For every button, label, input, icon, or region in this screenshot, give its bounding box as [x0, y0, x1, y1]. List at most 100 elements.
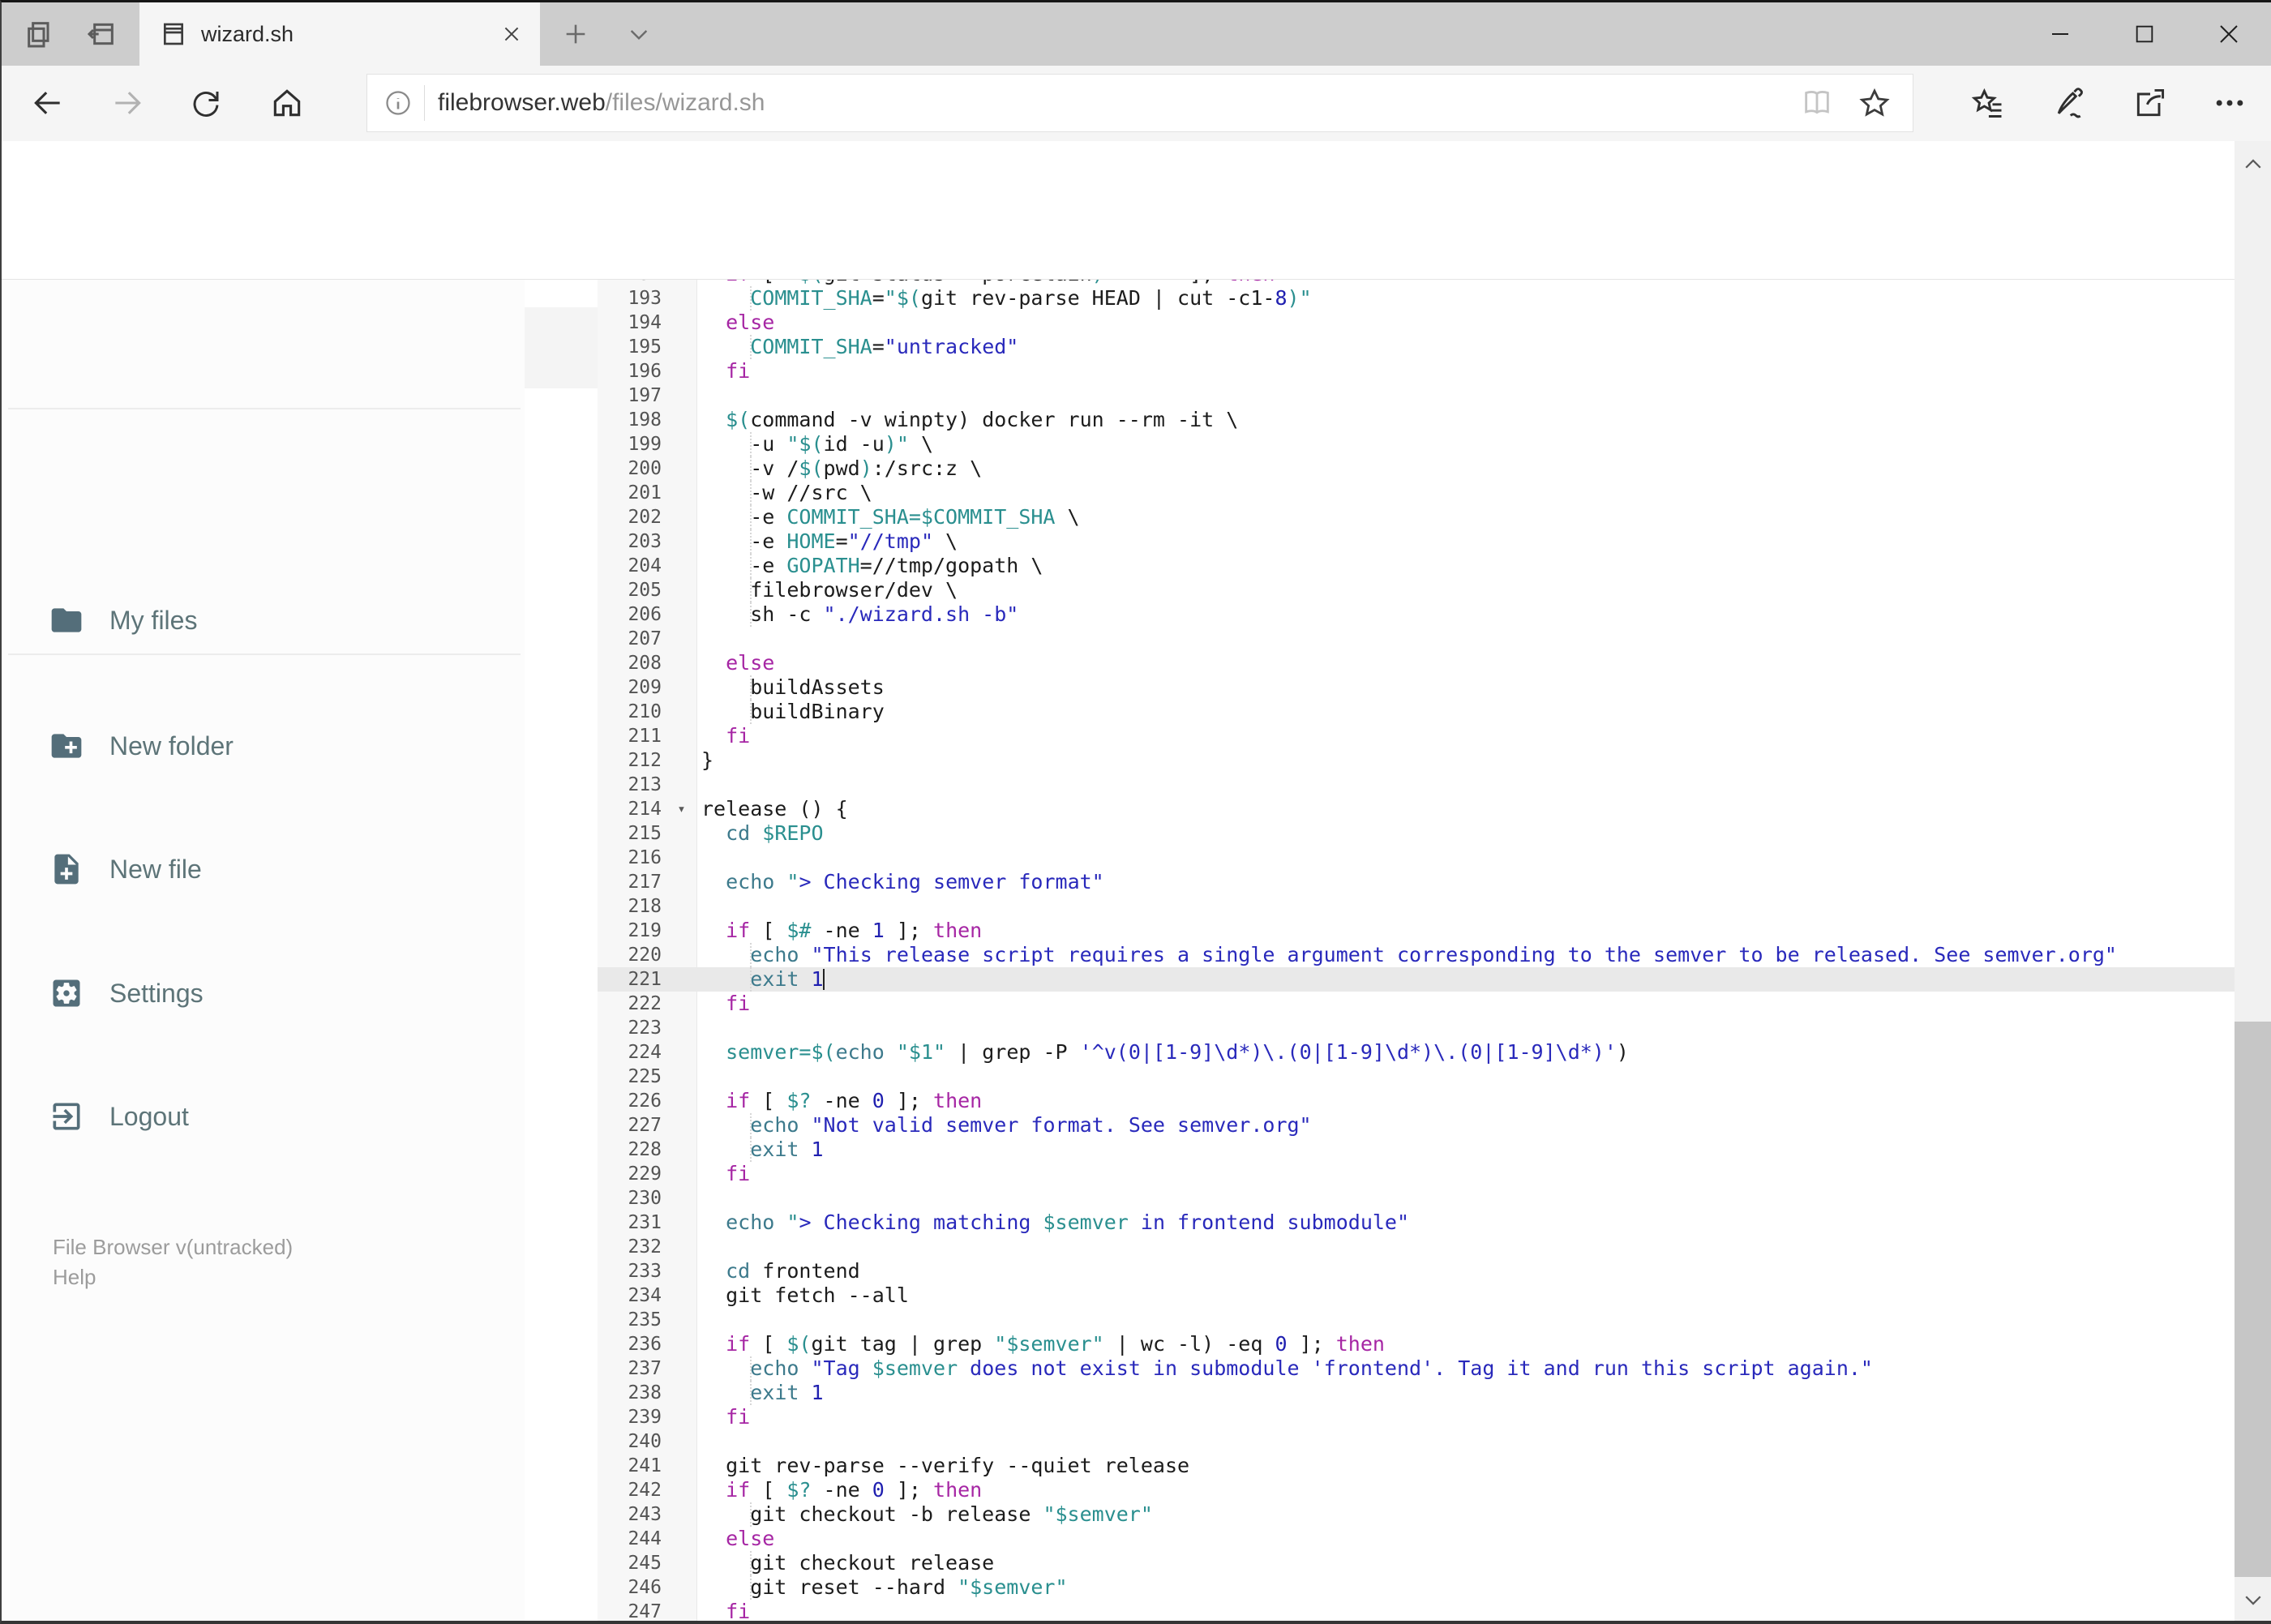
code-line-209[interactable]: 209 buildAssets — [598, 675, 2235, 700]
code-line-196[interactable]: 196 fi — [598, 359, 2235, 384]
code-line-231[interactable]: 231 echo "> Checking matching $semver in… — [598, 1211, 2235, 1235]
set-tabs-aside-icon[interactable] — [15, 2, 65, 66]
code-line-236[interactable]: 236 if [ $(git tag | grep "$semver" | wc… — [598, 1332, 2235, 1356]
new-tab-icon[interactable] — [553, 2, 598, 66]
code-line-198[interactable]: 198 $(command -v winpty) docker run --rm… — [598, 408, 2235, 432]
code-line-247[interactable]: 247 fi — [598, 1600, 2235, 1621]
tab-dropdown-icon[interactable] — [616, 2, 662, 66]
code-line-234[interactable]: 234 git fetch --all — [598, 1283, 2235, 1308]
page-scrollbar[interactable] — [2235, 141, 2271, 1621]
code-line-199[interactable]: 199 -u "$(id -u)" \ — [598, 432, 2235, 456]
minimize-button[interactable] — [2018, 2, 2102, 66]
more-options-icon[interactable] — [2199, 66, 2260, 140]
code-line-213[interactable]: 213 — [598, 773, 2235, 797]
code-line-216[interactable]: 216 — [598, 846, 2235, 870]
browser-tab[interactable]: wizard.sh — [139, 2, 540, 66]
scroll-down-icon[interactable] — [2241, 1588, 2265, 1612]
fold-gutter — [662, 724, 701, 748]
code-line-237[interactable]: 237 echo "Tag $semver does not exist in … — [598, 1356, 2235, 1381]
fold-gutter — [662, 1259, 701, 1283]
code-line-193[interactable]: 193 COMMIT_SHA="$(git rev-parse HEAD | c… — [598, 286, 2235, 311]
address-bar[interactable]: filebrowser.web/files/wizard.sh — [366, 74, 1913, 132]
home-icon[interactable] — [259, 66, 315, 140]
code-line-246[interactable]: 246 git reset --hard "$semver" — [598, 1575, 2235, 1600]
fold-marker-icon[interactable]: ▾ — [662, 797, 701, 821]
site-info-icon[interactable] — [383, 88, 413, 118]
code-line-226[interactable]: 226 if [ $? -ne 0 ]; then — [598, 1089, 2235, 1113]
code-line-222[interactable]: 222 fi — [598, 992, 2235, 1016]
code-line-195[interactable]: 195 COMMIT_SHA="untracked" — [598, 335, 2235, 359]
tabs-preview-icon[interactable] — [76, 2, 126, 66]
code-line-207[interactable]: 207 — [598, 627, 2235, 651]
favorite-star-icon[interactable] — [1858, 86, 1892, 120]
code-line-227[interactable]: 227 echo "Not valid semver format. See s… — [598, 1113, 2235, 1138]
code-line-242[interactable]: 242 if [ $? -ne 0 ]; then — [598, 1478, 2235, 1502]
code-text: release () { — [701, 797, 848, 821]
sidebar-item-logout[interactable]: Logout — [2, 1072, 525, 1161]
code-line-210[interactable]: 210 buildBinary — [598, 700, 2235, 724]
close-tab-icon[interactable] — [501, 24, 522, 45]
close-button[interactable] — [2187, 2, 2271, 66]
maximize-button[interactable] — [2102, 2, 2187, 66]
code-line-197[interactable]: 197 — [598, 384, 2235, 408]
favorites-hub-icon[interactable] — [1957, 66, 2019, 140]
code-line-235[interactable]: 235 — [598, 1308, 2235, 1332]
code-line-212[interactable]: 212} — [598, 748, 2235, 773]
forward-icon[interactable] — [99, 66, 156, 140]
code-line-240[interactable]: 240 — [598, 1429, 2235, 1454]
help-link[interactable]: Help — [53, 1265, 96, 1290]
code-line-218[interactable]: 218 — [598, 894, 2235, 919]
code-line-241[interactable]: 241 git rev-parse --verify --quiet relea… — [598, 1454, 2235, 1478]
code-line-244[interactable]: 244 else — [598, 1527, 2235, 1551]
code-line-206[interactable]: 206 sh -c "./wizard.sh -b" — [598, 602, 2235, 627]
code-line-224[interactable]: 224 semver=$(echo "$1" | grep -P '^v(0|[… — [598, 1040, 2235, 1065]
scrollbar-thumb[interactable] — [2235, 1022, 2271, 1577]
code-line-219[interactable]: 219 if [ $# -ne 1 ]; then — [598, 919, 2235, 943]
code-line-230[interactable]: 230 — [598, 1186, 2235, 1211]
code-line-229[interactable]: 229 fi — [598, 1162, 2235, 1186]
code-line-232[interactable]: 232 — [598, 1235, 2235, 1259]
sidebar-item-my-files[interactable]: My files — [2, 576, 525, 665]
reading-view-icon[interactable] — [1801, 87, 1833, 119]
refresh-icon[interactable] — [178, 66, 234, 140]
code-line-214[interactable]: 214 ▾ release () { — [598, 797, 2235, 821]
share-icon[interactable] — [2119, 66, 2181, 140]
code-line-192[interactable]: 192 if [ "$(git status --porcelain)" = "… — [598, 280, 2235, 286]
code-line-211[interactable]: 211 fi — [598, 724, 2235, 748]
code-line-239[interactable]: 239 fi — [598, 1405, 2235, 1429]
code-line-238[interactable]: 238 exit 1 — [598, 1381, 2235, 1405]
scroll-up-icon[interactable] — [2241, 152, 2265, 177]
sidebar-item-settings[interactable]: Settings — [2, 949, 525, 1038]
sidebar-item-new-folder[interactable]: New folder — [2, 701, 525, 791]
fold-gutter — [662, 529, 701, 554]
code-line-245[interactable]: 245 git checkout release — [598, 1551, 2235, 1575]
code-line-228[interactable]: 228 exit 1 — [598, 1138, 2235, 1162]
line-number: 193 — [628, 288, 662, 309]
code-line-208[interactable]: 208 else — [598, 651, 2235, 675]
fold-gutter — [662, 1551, 701, 1575]
code-line-225[interactable]: 225 — [598, 1065, 2235, 1089]
sidebar-item-new-file[interactable]: New file — [2, 825, 525, 914]
code-line-200[interactable]: 200 -v /$(pwd):/src:z \ — [598, 456, 2235, 481]
code-line-194[interactable]: 194 else — [598, 311, 2235, 335]
code-line-205[interactable]: 205 filebrowser/dev \ — [598, 578, 2235, 602]
code-editor[interactable]: 192 if [ "$(git status --porcelain)" = "… — [598, 280, 2235, 1621]
web-note-pen-icon[interactable] — [2038, 66, 2100, 140]
code-line-220[interactable]: 220 echo "This release script requires a… — [598, 943, 2235, 967]
code-line-202[interactable]: 202 -e COMMIT_SHA=$COMMIT_SHA \ — [598, 505, 2235, 529]
code-line-204[interactable]: 204 -e GOPATH=//tmp/gopath \ — [598, 554, 2235, 578]
code-line-215[interactable]: 215 cd $REPO — [598, 821, 2235, 846]
url-text[interactable]: filebrowser.web/files/wizard.sh — [438, 89, 1801, 117]
code-line-233[interactable]: 233 cd frontend — [598, 1259, 2235, 1283]
code-line-223[interactable]: 223 — [598, 1016, 2235, 1040]
fold-gutter — [662, 627, 701, 651]
line-number: 232 — [628, 1236, 662, 1258]
line-number: 236 — [628, 1334, 662, 1355]
code-line-243[interactable]: 243 git checkout -b release "$semver" — [598, 1502, 2235, 1527]
fold-gutter — [662, 1016, 701, 1040]
code-line-217[interactable]: 217 echo "> Checking semver format" — [598, 870, 2235, 894]
back-icon[interactable] — [19, 66, 76, 140]
code-line-221[interactable]: 221 exit 1 — [598, 967, 2235, 992]
code-line-203[interactable]: 203 -e HOME="//tmp" \ — [598, 529, 2235, 554]
code-line-201[interactable]: 201 -w //src \ — [598, 481, 2235, 505]
